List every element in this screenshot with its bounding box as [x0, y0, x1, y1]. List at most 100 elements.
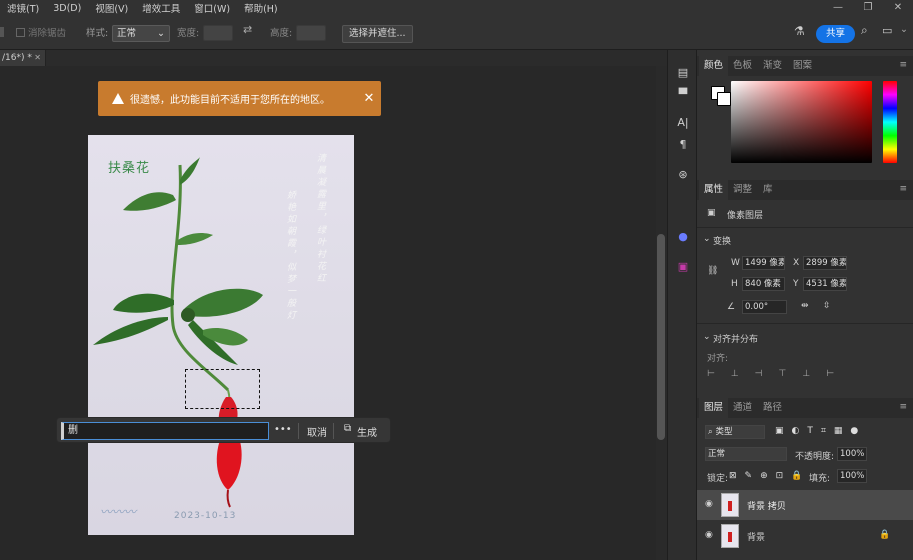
opacity-input[interactable]: 100% [837, 447, 867, 461]
width-label: 宽度: [177, 28, 200, 39]
restore-button[interactable]: ❐ [853, 0, 883, 16]
width-input[interactable]: 1499 像素 [742, 256, 785, 270]
menu-view[interactable]: 视图(V) [88, 1, 135, 15]
transform-section-title: 变换 [713, 237, 732, 247]
h-label: H [731, 279, 738, 289]
layer-thumbnail [721, 524, 739, 548]
divider [697, 227, 913, 228]
menu-filter[interactable]: 滤镜(T) [0, 1, 46, 15]
y-input[interactable]: 4531 像素 [803, 277, 847, 291]
signature: 〰〰〰 [100, 505, 137, 519]
app-icon[interactable]: ▣ [676, 260, 690, 274]
vertical-scrollbar[interactable] [656, 66, 667, 560]
height-input[interactable]: 840 像素 [742, 277, 785, 291]
align-buttons[interactable]: ⊢⊥⊣⊤⊥⊢ [707, 369, 850, 379]
tab-swatches[interactable]: 色板 [728, 56, 757, 76]
menu-plugins[interactable]: 增效工具 [135, 1, 187, 15]
workspace-icon[interactable]: ▭ [882, 24, 892, 37]
angle-icon: ∠ [727, 302, 736, 312]
hue-slider[interactable] [883, 81, 897, 163]
character-icon[interactable]: A| [676, 116, 690, 130]
divider [298, 423, 299, 439]
minimize-button[interactable]: — [823, 0, 853, 16]
kind-filter-value: 类型 [715, 427, 733, 437]
flip-horizontal-icon[interactable]: ⇹ [801, 301, 809, 311]
tab-paths[interactable]: 路径 [758, 398, 787, 418]
generate-button[interactable]: 生成 [357, 424, 377, 439]
cancel-button[interactable]: 取消 [307, 424, 327, 439]
lock-icons[interactable]: ⊠✎⊕⊡🔒 [729, 471, 810, 481]
warning-icon [112, 93, 124, 104]
more-options-button[interactable]: ••• [274, 424, 292, 435]
tab-gradient[interactable]: 渐变 [758, 56, 787, 76]
anti-alias-label: 消除锯齿 [28, 28, 67, 39]
blend-mode-select[interactable]: 正常 [705, 447, 787, 461]
tab-layers[interactable]: 图层 [699, 398, 729, 418]
lock-label: 锁定: [707, 474, 729, 484]
tab-color[interactable]: 颜色 [699, 56, 729, 76]
divider [333, 423, 334, 439]
tab-properties[interactable]: 属性 [699, 180, 729, 200]
scrollbar-thumb[interactable] [657, 234, 665, 440]
tab-channels[interactable]: 通道 [728, 398, 757, 418]
tab-libraries[interactable]: 库 [758, 180, 778, 200]
panel-menu-icon[interactable]: ≡ [899, 60, 907, 70]
divider [697, 323, 913, 324]
chevron-down-icon[interactable]: ⌄ [703, 332, 711, 342]
document-tab[interactable]: /16*) * ✕ [0, 50, 46, 66]
background-color-swatch[interactable] [717, 92, 731, 106]
plugin-icon[interactable]: ● [676, 230, 690, 244]
lock-icon: 🔒 [879, 530, 891, 540]
layer-row[interactable]: ◉ 背景 🔒 [697, 521, 913, 551]
fill-label: 填充: [809, 474, 831, 484]
tab-adjustments[interactable]: 调整 [728, 180, 757, 200]
toast-message: 很遗憾，此功能目前不适用于您所在的地区。 [130, 95, 330, 106]
layer-kind-filter[interactable]: ⌕ 类型 [705, 425, 765, 439]
swap-icon[interactable]: ⇄ [243, 23, 252, 36]
panel-menu-icon[interactable]: ≡ [899, 184, 907, 194]
style-value: 正常 [117, 28, 137, 39]
menu-help[interactable]: 帮助(H) [237, 1, 285, 15]
opacity-label: 不透明度: [795, 452, 835, 462]
close-window-button[interactable]: ✕ [883, 0, 913, 16]
history-icon[interactable]: ▤ [676, 66, 690, 80]
panel-menu-icon[interactable]: ≡ [899, 402, 907, 412]
flask-icon[interactable]: ⚗ [794, 24, 805, 38]
menu-window[interactable]: 窗口(W) [187, 1, 237, 15]
menu-3d[interactable]: 3D(D) [46, 3, 88, 14]
marquee-selection[interactable] [185, 369, 260, 409]
select-and-mask-button[interactable]: 选择并遮住... [342, 25, 413, 43]
layer-row-selected[interactable]: ◉ 背景 拷贝 [697, 490, 913, 520]
layer-filter-icons[interactable]: ▣◐T⌗▦● [775, 426, 866, 436]
document-image[interactable]: 扶桑花 清晨凝露里，绿叶衬花红 娇艳如朝霞，似梦一般灯 〰〰〰 2023-10-… [88, 135, 354, 535]
share-button[interactable]: 共享 [816, 25, 856, 43]
search-icon[interactable]: ⌕ [861, 23, 868, 38]
fill-input[interactable]: 100% [837, 469, 867, 483]
eye-icon[interactable]: ◉ [705, 530, 713, 540]
angle-input[interactable]: 0.00° [742, 300, 787, 314]
document-tab-bar: /16*) * ✕ [0, 50, 667, 66]
width-field[interactable] [203, 25, 233, 41]
tab-pattern[interactable]: 图案 [788, 56, 817, 76]
close-icon[interactable]: ✕ [34, 50, 41, 66]
comment-icon[interactable]: ▀ [676, 88, 690, 102]
height-label: 高度: [270, 28, 293, 39]
eye-icon[interactable]: ◉ [705, 499, 713, 509]
chevron-down-icon[interactable]: ⌄ [900, 24, 908, 35]
chevron-down-icon[interactable]: ⌄ [703, 234, 711, 244]
flip-vertical-icon[interactable]: ⇳ [823, 301, 831, 311]
properties-panel-tabs: 属性 调整 库 ≡ [697, 180, 913, 200]
poem-column-1: 清晨凝露里，绿叶衬花红 [315, 153, 325, 285]
link-icon[interactable]: ⛓ [707, 266, 718, 276]
anti-alias-checkbox[interactable] [16, 28, 25, 37]
prompt-input[interactable]: 删 [61, 422, 269, 440]
tool-preset-icon[interactable] [0, 27, 4, 37]
x-input[interactable]: 2899 像素 [803, 256, 847, 270]
height-field[interactable] [296, 25, 326, 41]
style-select[interactable]: 正常 ⌄ [112, 25, 170, 42]
color-field[interactable] [731, 81, 872, 163]
paragraph-icon[interactable]: ¶ [676, 138, 690, 152]
close-icon[interactable]: ✕ [357, 91, 381, 106]
photo-title: 扶桑花 [108, 161, 151, 176]
actions-icon[interactable]: ⊛ [676, 168, 690, 182]
